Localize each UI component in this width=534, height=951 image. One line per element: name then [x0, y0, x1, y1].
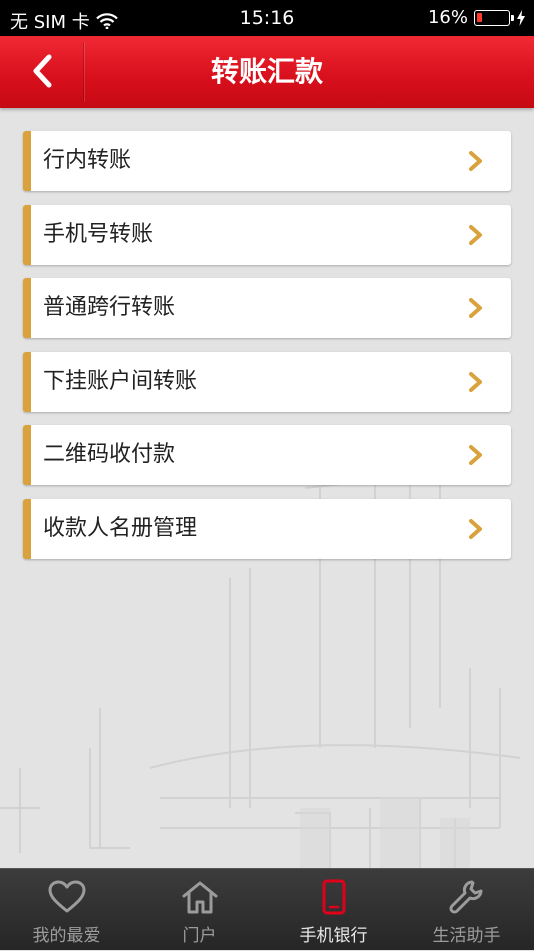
- chevron-right-icon: [469, 151, 482, 171]
- battery-percent: 16%: [427, 7, 468, 28]
- chevron-right-icon: [469, 445, 482, 465]
- home-icon: [182, 881, 217, 914]
- tab-bar: 我的最爱 门户 手机银行 生活助手: [0, 868, 534, 950]
- battery-icon: [474, 9, 514, 26]
- menu-item-label: 手机号转账: [43, 221, 154, 247]
- tab-label: 我的最爱: [32, 926, 101, 946]
- chevron-right-icon: [469, 224, 482, 245]
- tab-mobile-banking[interactable]: 手机银行: [267, 869, 400, 951]
- status-right: 16%: [428, 7, 526, 28]
- menu-item-label: 普通跨行转账: [43, 295, 176, 320]
- menu-item-phone-transfer[interactable]: 手机号转账: [23, 204, 511, 265]
- back-button[interactable]: [0, 36, 84, 108]
- tab-label: 手机银行: [299, 926, 368, 946]
- battery-level: [477, 12, 482, 22]
- menu-item-qr-payment[interactable]: 二维码收付款: [23, 425, 511, 485]
- nav-bar: 转账汇款: [0, 36, 534, 108]
- back-chevron-icon: [33, 54, 52, 88]
- chevron-right-icon: [469, 518, 482, 539]
- menu-item-label: 下挂账户间转账: [43, 368, 198, 394]
- tab-label: 生活助手: [432, 926, 501, 946]
- menu-item-linked-account-transfer[interactable]: 下挂账户间转账: [23, 351, 511, 412]
- heart-icon: [48, 880, 85, 913]
- page-title: 转账汇款: [210, 55, 323, 88]
- phone-icon: [322, 879, 345, 915]
- menu-item-intrabank-transfer[interactable]: 行内转账: [23, 131, 511, 191]
- transfer-menu: 行内转账 手机号转账 普通跨行转账 下挂账户间转账 二维码收付款 收款人名册管理: [23, 131, 511, 572]
- tab-portal[interactable]: 门户: [133, 869, 266, 951]
- menu-item-payee-list[interactable]: 收款人名册管理: [23, 498, 511, 559]
- tab-favorites[interactable]: 我的最爱: [0, 869, 133, 951]
- menu-item-label: 行内转账: [43, 148, 132, 173]
- menu-item-interbank-transfer[interactable]: 普通跨行转账: [23, 278, 511, 338]
- menu-item-label: 二维码收付款: [43, 442, 176, 467]
- status-bar: 无 SIM 卡 15:16 16%: [0, 0, 534, 36]
- tab-life-assistant[interactable]: 生活助手: [400, 869, 533, 951]
- wrench-icon: [448, 880, 482, 914]
- chevron-right-icon: [469, 371, 482, 392]
- chevron-right-icon: [469, 298, 482, 318]
- menu-item-label: 收款人名册管理: [43, 515, 198, 541]
- charging-icon: [517, 9, 525, 26]
- tab-label: 门户: [182, 926, 217, 946]
